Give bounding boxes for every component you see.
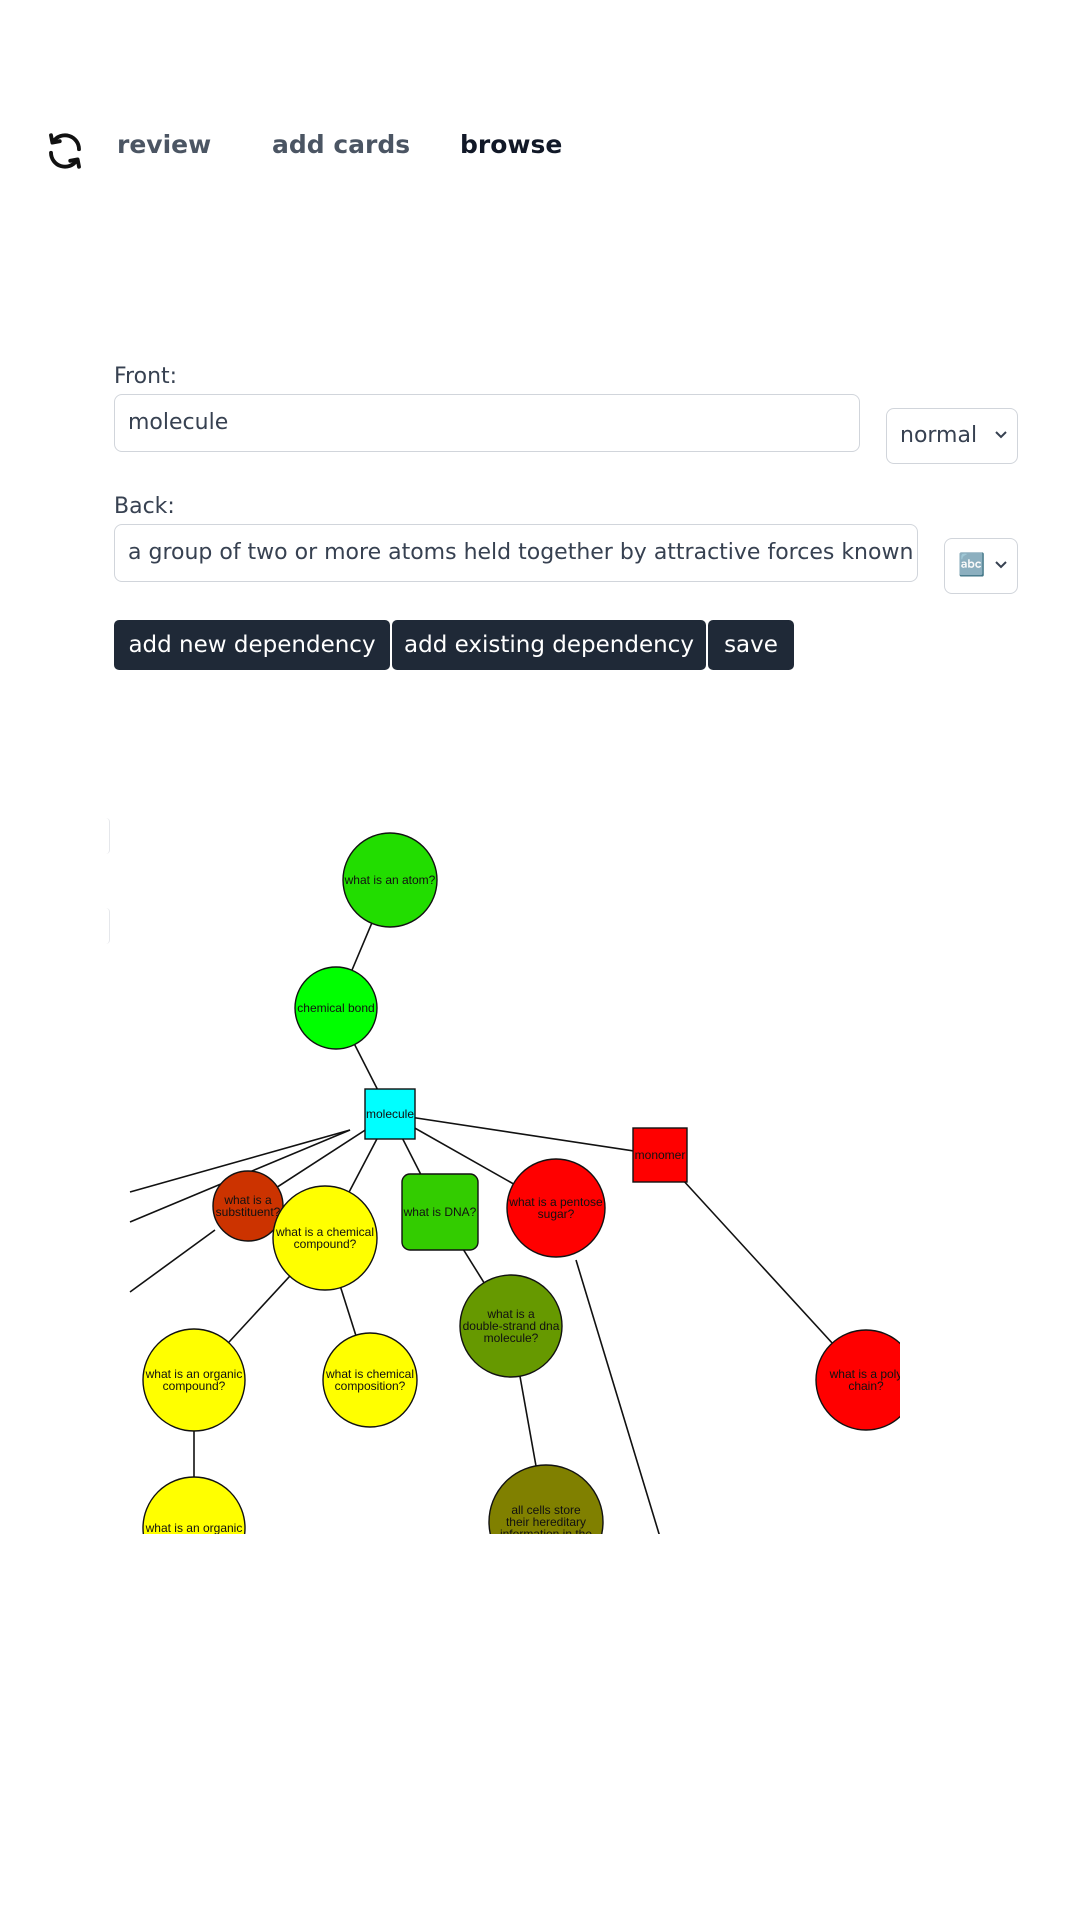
dependency-graph[interactable]: what is an atom? chemical bond molecule mon… xyxy=(110,780,900,1534)
front-mode-value: normal xyxy=(900,423,978,448)
graph-node-label: molecule xyxy=(366,1107,414,1121)
graph-node-label: composition? xyxy=(335,1379,406,1393)
graph-node-label: sugar? xyxy=(538,1207,575,1221)
top-nav: review add cards browse xyxy=(0,0,1080,300)
add-new-dependency-button[interactable]: add new dependency xyxy=(114,620,390,670)
back-input[interactable]: a group of two or more atoms held togeth… xyxy=(114,524,918,582)
nav-add-cards-link[interactable]: add cards xyxy=(272,130,410,159)
chevron-down-icon xyxy=(995,431,1007,439)
chevron-down-icon xyxy=(995,561,1007,569)
graph-edge xyxy=(389,1113,661,1156)
graph-node-pentose[interactable]: what is a pentosesugar? xyxy=(506,1158,606,1258)
graph-node-label: substituent? xyxy=(216,1205,281,1219)
refresh-icon[interactable] xyxy=(44,130,86,172)
graph-node-label: what is an atom? xyxy=(344,873,436,887)
add-existing-dependency-button[interactable]: add existing dependency xyxy=(392,620,706,670)
graph-node-label: information in the xyxy=(500,1527,592,1534)
nav-browse-link[interactable]: browse xyxy=(460,130,562,159)
graph-node-label: what is an organic xyxy=(145,1521,243,1534)
back-mode-select[interactable]: 🔤 xyxy=(944,538,1018,594)
graph-node-substituent[interactable]: what is asubstituent? xyxy=(212,1170,284,1242)
front-input[interactable]: molecule xyxy=(114,394,860,452)
front-mode-select[interactable]: normal xyxy=(886,408,1018,464)
graph-node-dna[interactable]: what is DNA? xyxy=(401,1173,479,1251)
graph-node-label: chain? xyxy=(848,1379,884,1393)
save-button[interactable]: save xyxy=(708,620,794,670)
front-label: Front: xyxy=(114,364,178,389)
graph-node-label: compound? xyxy=(163,1379,226,1393)
graph-node-label: chemical bond xyxy=(297,1001,374,1015)
graph-node-bond[interactable]: chemical bond xyxy=(294,966,378,1050)
graph-node-molecule[interactable]: molecule xyxy=(364,1088,416,1140)
graph-node-organic1[interactable]: what is an organiccompound? xyxy=(142,1328,246,1432)
abc-icon: 🔤 xyxy=(958,553,986,578)
graph-node-label: compound? xyxy=(294,1237,357,1251)
graph-node-composition[interactable]: what is chemicalcomposition? xyxy=(322,1332,418,1428)
graph-node-label: what is DNA? xyxy=(403,1205,477,1219)
graph-node-label: monomer xyxy=(635,1148,686,1162)
graph-node-organic2[interactable]: what is an organic xyxy=(142,1476,246,1534)
nav-review-link[interactable]: review xyxy=(117,130,211,159)
graph-node-dsdna[interactable]: what is adouble-strand dnamolecule? xyxy=(459,1274,563,1378)
graph-node-cells[interactable]: all cells storetheir hereditaryinformati… xyxy=(488,1464,604,1534)
graph-node-compound[interactable]: what is a chemicalcompound? xyxy=(272,1185,378,1291)
graph-node-monomer[interactable]: monomer xyxy=(632,1127,688,1183)
graph-node-label: molecule? xyxy=(484,1331,539,1345)
graph-node-polychain[interactable]: what is a polychain? xyxy=(815,1329,900,1431)
graph-canvas[interactable]: what is an atom? chemical bond molecule mon… xyxy=(110,780,900,1534)
back-label: Back: xyxy=(114,494,175,519)
graph-node-atom[interactable]: what is an atom? xyxy=(342,832,438,928)
graph-edge xyxy=(129,1229,216,1293)
